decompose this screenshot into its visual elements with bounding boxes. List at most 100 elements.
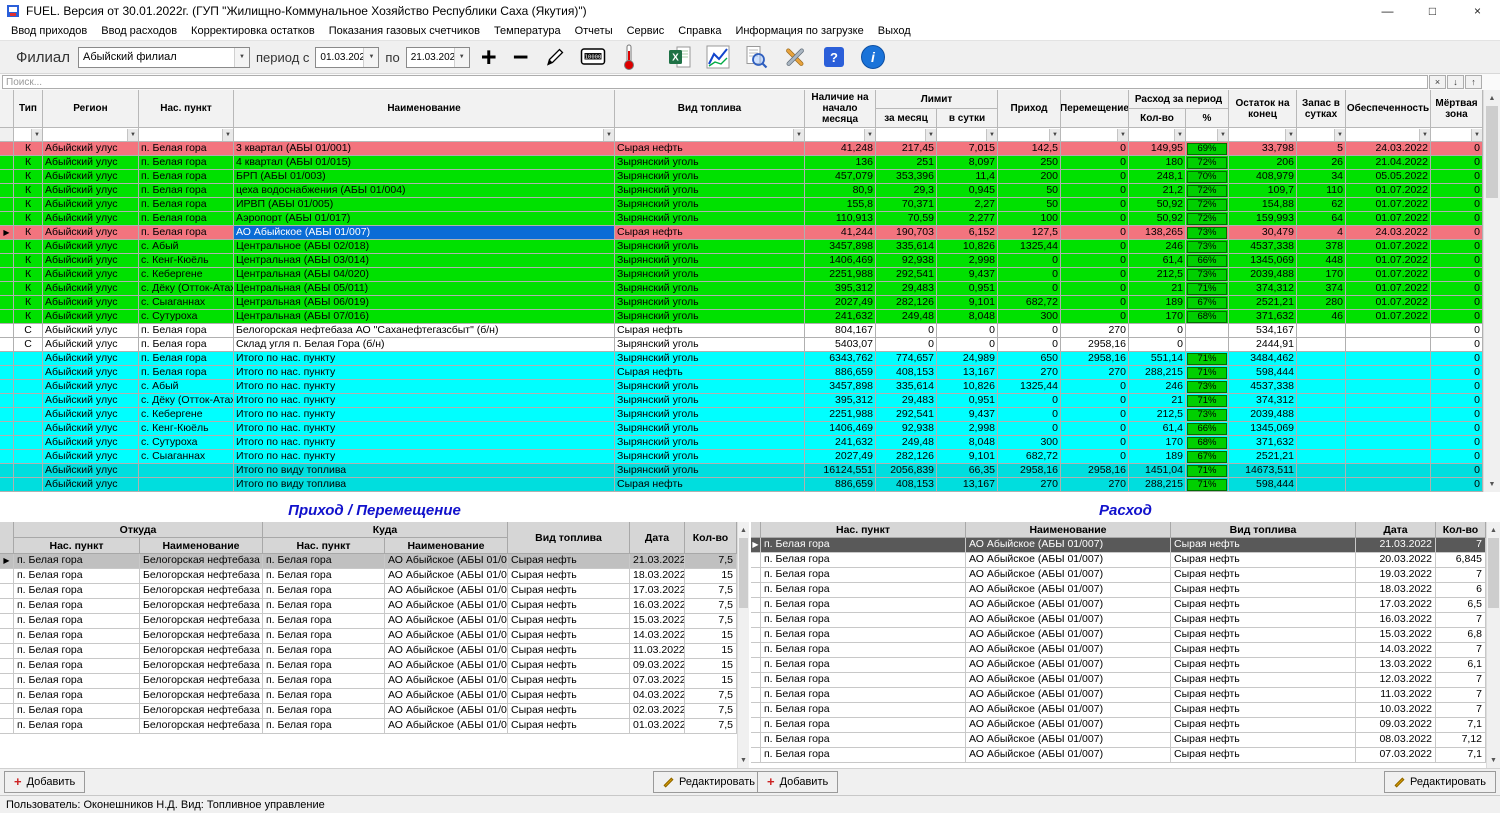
cell[interactable]: Сырая нефть	[508, 629, 630, 644]
cell[interactable]: 0	[1061, 184, 1129, 198]
cell[interactable]: 0	[1061, 394, 1129, 408]
column-header-mertvaya-zona[interactable]: Мёртвая зона	[1431, 90, 1483, 128]
cell[interactable]: 15	[685, 644, 737, 659]
cell[interactable]: 4537,338	[1229, 240, 1297, 254]
cell[interactable]: п. Белая гора	[14, 554, 140, 569]
cell[interactable]: 1325,44	[998, 380, 1061, 394]
cell[interactable]: п. Белая гора	[139, 212, 234, 226]
cell[interactable]: 378	[1297, 240, 1346, 254]
cell[interactable]: Белогорская нефтебаза АО "Саханефтегазсб…	[140, 614, 263, 629]
cell[interactable]: 46	[1297, 310, 1346, 324]
cell[interactable]: 170	[1297, 268, 1346, 282]
table-row[interactable]: п. Белая гораАО Абыйское (АБЫ 01/007)Сыр…	[751, 628, 1500, 643]
fuel-table-row[interactable]: Абыйский улусс. Дёку (Отток-Атах)Итого п…	[0, 394, 1500, 408]
cell[interactable]: 16.03.2022	[1356, 613, 1436, 628]
cell[interactable]: Итого по виду топлива	[234, 464, 615, 478]
cell[interactable]: п. Белая гора	[139, 366, 234, 380]
cell[interactable]: 21	[1129, 282, 1186, 296]
cell[interactable]: 01.07.2022	[1346, 254, 1431, 268]
menu-otchety[interactable]: Отчеты	[568, 25, 620, 37]
cell[interactable]: Зырянский уголь	[615, 310, 805, 324]
cell[interactable]: Сырая нефть	[1171, 658, 1356, 673]
cell[interactable]: 142,5	[998, 142, 1061, 156]
cell[interactable]: Итого по нас. пункту	[234, 450, 615, 464]
cell[interactable]: 551,14	[1129, 352, 1186, 366]
cell[interactable]: 212,5	[1129, 268, 1186, 282]
cell[interactable]: Сырая нефть	[508, 599, 630, 614]
cell[interactable]: 3457,898	[805, 380, 876, 394]
cell[interactable]: 682,72	[998, 450, 1061, 464]
cell[interactable]: 2,998	[937, 254, 998, 268]
cell[interactable]: Сырая нефть	[1171, 703, 1356, 718]
cell[interactable]: п. Белая гора	[139, 352, 234, 366]
cell[interactable]: 2,27	[937, 198, 998, 212]
cell[interactable]: 0	[1431, 436, 1483, 450]
cell[interactable]: 14.03.2022	[1356, 643, 1436, 658]
cell[interactable]: 21	[1129, 394, 1186, 408]
cell[interactable]: 0	[1431, 240, 1483, 254]
cell[interactable]: 774,657	[876, 352, 937, 366]
cell[interactable]	[1346, 380, 1431, 394]
search-prev-button[interactable]: ↑	[1465, 75, 1482, 89]
cell[interactable]: АО Абыйское (АБЫ 01/007)	[385, 674, 508, 689]
cell[interactable]: 682,72	[998, 296, 1061, 310]
cell[interactable]: 0	[1061, 156, 1129, 170]
table-row[interactable]: п. Белая гораАО Абыйское (АБЫ 01/007)Сыр…	[751, 733, 1500, 748]
cell[interactable]: п. Белая гора	[139, 226, 234, 240]
cell[interactable]	[1346, 408, 1431, 422]
cell[interactable]: 249,48	[876, 436, 937, 450]
cell[interactable]: п. Белая гора	[761, 598, 966, 613]
cell[interactable]: 8,048	[937, 310, 998, 324]
cell[interactable]: 01.07.2022	[1346, 212, 1431, 226]
fuel-table-row[interactable]: ▶КАбыйский улусп. Белая гораАО Абыйское …	[0, 226, 1500, 240]
table-row[interactable]: п. Белая гораБелогорская нефтебаза АО "С…	[0, 614, 749, 629]
menu-informaciya-po-zagruzke[interactable]: Информация по загрузке	[728, 25, 870, 37]
cell[interactable]: 01.07.2022	[1346, 282, 1431, 296]
cell[interactable]: 374,312	[1229, 282, 1297, 296]
cell[interactable]: 08.03.2022	[1356, 733, 1436, 748]
cell[interactable]: 26	[1297, 156, 1346, 170]
cell[interactable]: 67%	[1186, 296, 1229, 310]
cell[interactable]: Абыйский улус	[43, 226, 139, 240]
cell[interactable]: п. Белая гора	[761, 703, 966, 718]
cell[interactable]: Абыйский улус	[43, 156, 139, 170]
cell[interactable]: АО Абыйское (АБЫ 01/007)	[966, 703, 1171, 718]
cell[interactable]: 353,396	[876, 170, 937, 184]
scroll-down-icon[interactable]: ▼	[1484, 476, 1500, 492]
cell[interactable]: 01.07.2022	[1346, 198, 1431, 212]
cell[interactable]: АО Абыйское (АБЫ 01/007)	[385, 719, 508, 734]
cell[interactable]: 10,826	[937, 240, 998, 254]
cell[interactable]: 0	[998, 408, 1061, 422]
cell[interactable]: Зырянский уголь	[615, 240, 805, 254]
cell[interactable]: Абыйский улус	[43, 450, 139, 464]
cell[interactable]: К	[14, 240, 43, 254]
cell[interactable]: п. Белая гора	[139, 324, 234, 338]
cell[interactable]: п. Белая гора	[263, 674, 385, 689]
cell[interactable]: 15.03.2022	[1356, 628, 1436, 643]
cell[interactable]	[1346, 338, 1431, 352]
cell[interactable]: Сырая нефть	[1171, 688, 1356, 703]
cell[interactable]: п. Белая гора	[263, 704, 385, 719]
cell[interactable]: К	[14, 310, 43, 324]
cell[interactable]: Зырянский уголь	[615, 338, 805, 352]
cell[interactable]: 288,215	[1129, 366, 1186, 380]
column-header-zapas[interactable]: Запас в сутках	[1297, 90, 1346, 128]
fuel-table-row[interactable]: Абыйский улусп. Белая гораИтого по нас. …	[0, 352, 1500, 366]
cell[interactable]	[14, 380, 43, 394]
cell[interactable]: Сырая нефть	[508, 704, 630, 719]
cell[interactable]: 246	[1129, 380, 1186, 394]
cell[interactable]: К	[14, 226, 43, 240]
cell[interactable]: К	[14, 212, 43, 226]
cell[interactable]: 0	[1431, 198, 1483, 212]
cell[interactable]	[1297, 464, 1346, 478]
cell[interactable]: п. Белая гора	[263, 644, 385, 659]
cell[interactable]: 41,244	[805, 226, 876, 240]
cell[interactable]: 206	[1229, 156, 1297, 170]
cell[interactable]: 15	[685, 569, 737, 584]
cell[interactable]: 0	[1431, 394, 1483, 408]
cell[interactable]: п. Белая гора	[263, 584, 385, 599]
cell[interactable]: АО Абыйское (АБЫ 01/007)	[966, 673, 1171, 688]
cell[interactable]: 335,614	[876, 240, 937, 254]
cell[interactable]: с. Кебергене	[139, 268, 234, 282]
cell[interactable]: 0	[1061, 254, 1129, 268]
